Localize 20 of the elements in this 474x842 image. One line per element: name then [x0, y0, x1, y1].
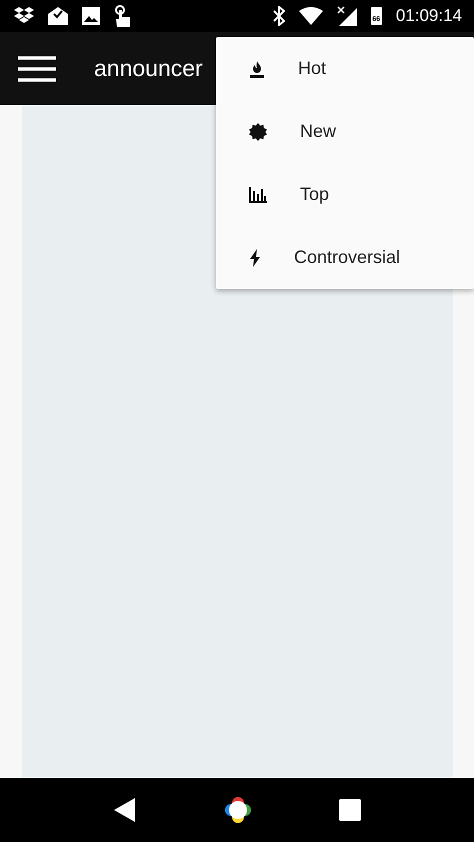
app-title: announcer: [94, 55, 203, 82]
signal-icon: [336, 6, 357, 26]
flame-icon: [249, 60, 265, 78]
image-icon: [82, 7, 100, 25]
bar-chart-icon: [249, 186, 267, 202]
box-icon: [14, 7, 34, 25]
menu-icon[interactable]: [18, 56, 56, 82]
menu-item[interactable]: Hot: [216, 37, 474, 100]
lightning-icon: [249, 248, 261, 266]
badge-icon: [249, 122, 267, 140]
back-icon[interactable]: [113, 797, 137, 823]
hand-icon: [114, 5, 132, 27]
wifi-icon: [298, 7, 323, 25]
menu-item[interactable]: New: [216, 100, 474, 163]
home-icon[interactable]: [223, 795, 253, 825]
menu-item[interactable]: Controversial: [216, 226, 474, 289]
clock: 01:09:14: [396, 6, 462, 26]
menu-item[interactable]: Top: [216, 163, 474, 226]
bluetooth-icon: [272, 6, 285, 26]
mail-icon: [48, 7, 68, 25]
